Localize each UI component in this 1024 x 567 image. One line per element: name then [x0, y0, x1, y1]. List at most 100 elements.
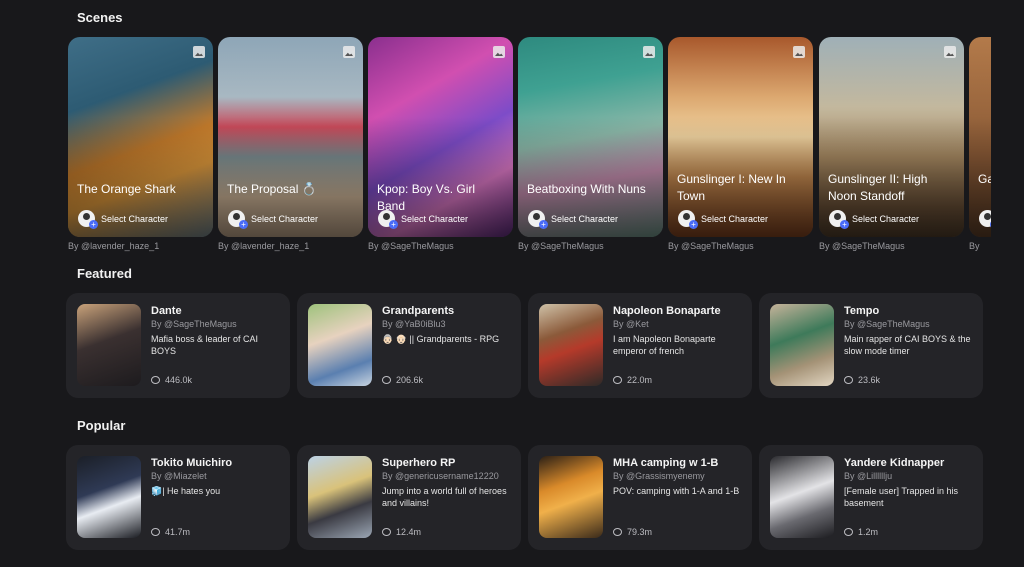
- add-character-icon: [678, 210, 698, 229]
- add-character-icon: [829, 210, 849, 229]
- scene-card[interactable]: Gunslinger II: High Noon Standoff Select…: [819, 37, 964, 251]
- scene-author[interactable]: By @lavender_haze_1: [68, 241, 213, 251]
- scene-author[interactable]: By @SageTheMagus: [368, 241, 513, 251]
- character-name: Tempo: [844, 305, 880, 317]
- scene-card[interactable]: The Proposal 💍 Select Character By @lave…: [218, 37, 363, 251]
- chat-count-value: 206.6k: [396, 375, 424, 385]
- image-icon: [343, 46, 355, 58]
- character-name: Napoleon Bonaparte: [613, 305, 721, 317]
- add-character-icon: [378, 210, 398, 229]
- chat-count-value: 446.0k: [165, 375, 193, 385]
- select-character-button[interactable]: Ca: [979, 210, 991, 229]
- character-card[interactable]: Dante By @SageTheMagus Mafia boss & lead…: [66, 293, 290, 398]
- scene-author[interactable]: By @lavender_haze_1: [218, 241, 363, 251]
- select-character-button[interactable]: Select Character: [78, 210, 169, 229]
- popular-heading: Popular: [77, 418, 126, 433]
- chat-count-value: 1.2m: [858, 527, 879, 537]
- select-character-label: Select Character: [551, 213, 619, 224]
- character-author[interactable]: By @Lillllllju: [844, 471, 892, 481]
- character-avatar: [77, 304, 141, 386]
- select-character-button[interactable]: Select Character: [228, 210, 319, 229]
- chat-count-value: 22.0m: [627, 375, 653, 385]
- scenes-carousel[interactable]: The Orange Shark Select Character By @la…: [68, 37, 991, 257]
- scene-card[interactable]: Ga Ca By: [969, 37, 991, 251]
- scene-title: Gunslinger II: High Noon Standoff: [828, 172, 928, 203]
- character-card[interactable]: Yandere Kidnapper By @Lillllllju [Female…: [759, 445, 983, 550]
- character-description: I am Napoleon Bonaparte emperor of frenc…: [613, 334, 716, 356]
- add-character-icon: [979, 210, 991, 229]
- character-author[interactable]: By @SageTheMagus: [151, 319, 237, 329]
- character-author[interactable]: By @YaB0iBlu3: [382, 319, 446, 329]
- chat-count-value: 79.3m: [627, 527, 653, 537]
- chat-bubble-icon: [151, 376, 160, 384]
- add-character-icon: [528, 210, 548, 229]
- scene-title: The Orange Shark: [77, 182, 176, 196]
- scene-card[interactable]: Kpop: Boy Vs. Girl Band Select Character…: [368, 37, 513, 251]
- character-name: Tokito Muichiro: [151, 457, 233, 469]
- character-avatar: [308, 456, 372, 538]
- character-card[interactable]: Napoleon Bonaparte By @Ket I am Napoleon…: [528, 293, 752, 398]
- character-author[interactable]: By @Miazelet: [151, 471, 207, 481]
- character-description: 👵🏻 👴🏻 || Grandparents - RPG: [382, 334, 500, 344]
- character-description: Main rapper of CAI BOYS & the slow mode …: [844, 334, 971, 356]
- chat-count-value: 23.6k: [858, 375, 881, 385]
- chat-bubble-icon: [844, 376, 853, 384]
- character-description: [Female user] Trapped in his basement: [844, 486, 959, 508]
- select-character-button[interactable]: Select Character: [528, 210, 619, 229]
- add-character-icon: [228, 210, 248, 229]
- character-description: Mafia boss & leader of CAI BOYS: [151, 334, 259, 356]
- character-card[interactable]: MHA camping w 1-B By @Grassismyenemy POV…: [528, 445, 752, 550]
- character-name: MHA camping w 1-B: [613, 457, 719, 469]
- select-character-button[interactable]: Select Character: [829, 210, 920, 229]
- scene-title: Gunslinger I: New In Town: [677, 172, 786, 203]
- featured-heading: Featured: [77, 266, 132, 281]
- character-author[interactable]: By @SageTheMagus: [844, 319, 930, 329]
- chat-count: 79.3m: [613, 527, 652, 537]
- character-avatar: [308, 304, 372, 386]
- scene-card[interactable]: The Orange Shark Select Character By @la…: [68, 37, 213, 251]
- chat-count: 12.4m: [382, 527, 421, 537]
- scene-author[interactable]: By @SageTheMagus: [668, 241, 813, 251]
- character-card[interactable]: Grandparents By @YaB0iBlu3 👵🏻 👴🏻 || Gran…: [297, 293, 521, 398]
- select-character-label: Select Character: [101, 213, 169, 224]
- chat-count-value: 12.4m: [396, 527, 422, 537]
- character-author[interactable]: By @genericusername12220: [382, 471, 499, 481]
- scene-author[interactable]: By: [969, 241, 991, 251]
- character-description: POV: camping with 1-A and 1-B: [613, 486, 740, 496]
- image-icon: [944, 46, 956, 58]
- select-character-button[interactable]: Select Character: [378, 210, 469, 229]
- scene-card[interactable]: Beatboxing With Nuns Select Character By…: [518, 37, 663, 251]
- select-character-label: Select Character: [701, 213, 769, 224]
- scene-title: The Proposal 💍: [227, 182, 317, 196]
- chat-count: 206.6k: [382, 375, 423, 385]
- chat-count-value: 41.7m: [165, 527, 191, 537]
- character-card[interactable]: Tokito Muichiro By @Miazelet 🧊| He hates…: [66, 445, 290, 550]
- character-card[interactable]: Superhero RP By @genericusername12220 Ju…: [297, 445, 521, 550]
- character-avatar: [539, 456, 603, 538]
- character-card[interactable]: Tempo By @SageTheMagus Main rapper of CA…: [759, 293, 983, 398]
- chat-bubble-icon: [151, 528, 160, 536]
- select-character-label: Select Character: [852, 213, 920, 224]
- chat-count: 446.0k: [151, 375, 192, 385]
- select-character-label: Select Character: [251, 213, 319, 224]
- scenes-heading: Scenes: [77, 10, 123, 25]
- select-character-button[interactable]: Select Character: [678, 210, 769, 229]
- scene-card[interactable]: Gunslinger I: New In Town Select Charact…: [668, 37, 813, 251]
- character-description: 🧊| He hates you: [151, 486, 221, 496]
- chat-bubble-icon: [382, 376, 391, 384]
- chat-bubble-icon: [613, 528, 622, 536]
- chat-count: 41.7m: [151, 527, 190, 537]
- chat-count: 23.6k: [844, 375, 880, 385]
- character-avatar: [539, 304, 603, 386]
- select-character-label: Select Character: [401, 213, 469, 224]
- chat-bubble-icon: [844, 528, 853, 536]
- image-icon: [643, 46, 655, 58]
- scene-author[interactable]: By @SageTheMagus: [518, 241, 663, 251]
- character-name: Grandparents: [382, 305, 455, 317]
- scene-author[interactable]: By @SageTheMagus: [819, 241, 964, 251]
- character-author[interactable]: By @Grassismyenemy: [613, 471, 705, 481]
- character-avatar: [770, 304, 834, 386]
- character-author[interactable]: By @Ket: [613, 319, 649, 329]
- scene-title: Beatboxing With Nuns: [527, 182, 646, 196]
- chat-bubble-icon: [382, 528, 391, 536]
